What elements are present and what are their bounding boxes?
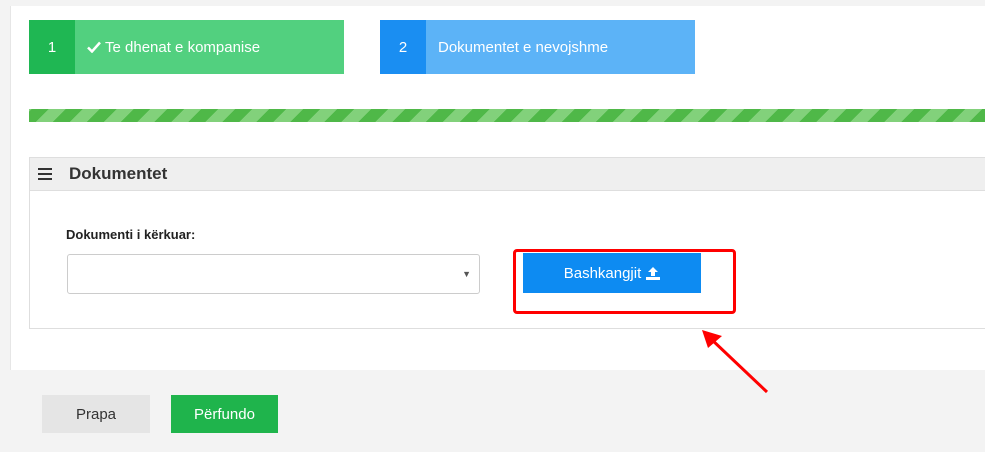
progress-bar (29, 109, 985, 122)
step-label: Te dhenat e kompanise (105, 38, 261, 56)
step-number: 1 (29, 20, 75, 74)
check-icon (87, 41, 101, 53)
wizard-card: 1 Te dhenat e kompanise 2 Dokumentet e n… (10, 6, 985, 370)
annotation-arrow-icon (702, 330, 769, 394)
step-number: 2 (380, 20, 426, 74)
step-label: Dokumentet e nevojshme (438, 38, 609, 56)
required-document-label: Dokumenti i kërkuar: (66, 227, 196, 242)
finish-button[interactable]: Përfundo (171, 395, 278, 433)
step-label-wrapper: Te dhenat e kompanise (75, 39, 260, 56)
step-2-required-documents[interactable]: 2 Dokumentet e nevojshme (380, 20, 695, 74)
panel-header: Dokumentet (30, 158, 985, 191)
panel-title: Dokumentet (69, 164, 168, 183)
required-document-select[interactable]: ▼ (67, 254, 480, 294)
dropdown-arrow-icon: ▼ (462, 269, 471, 279)
back-button[interactable]: Prapa (42, 395, 150, 433)
documents-panel: Dokumentet Dokumenti i kërkuar: ▼ Bashka… (29, 157, 985, 329)
step-1-company-info[interactable]: 1 Te dhenat e kompanise (29, 20, 344, 74)
annotation-highlight-box (513, 249, 736, 314)
page: 1 Te dhenat e kompanise 2 Dokumentet e n… (0, 0, 985, 452)
menu-icon (38, 168, 52, 180)
